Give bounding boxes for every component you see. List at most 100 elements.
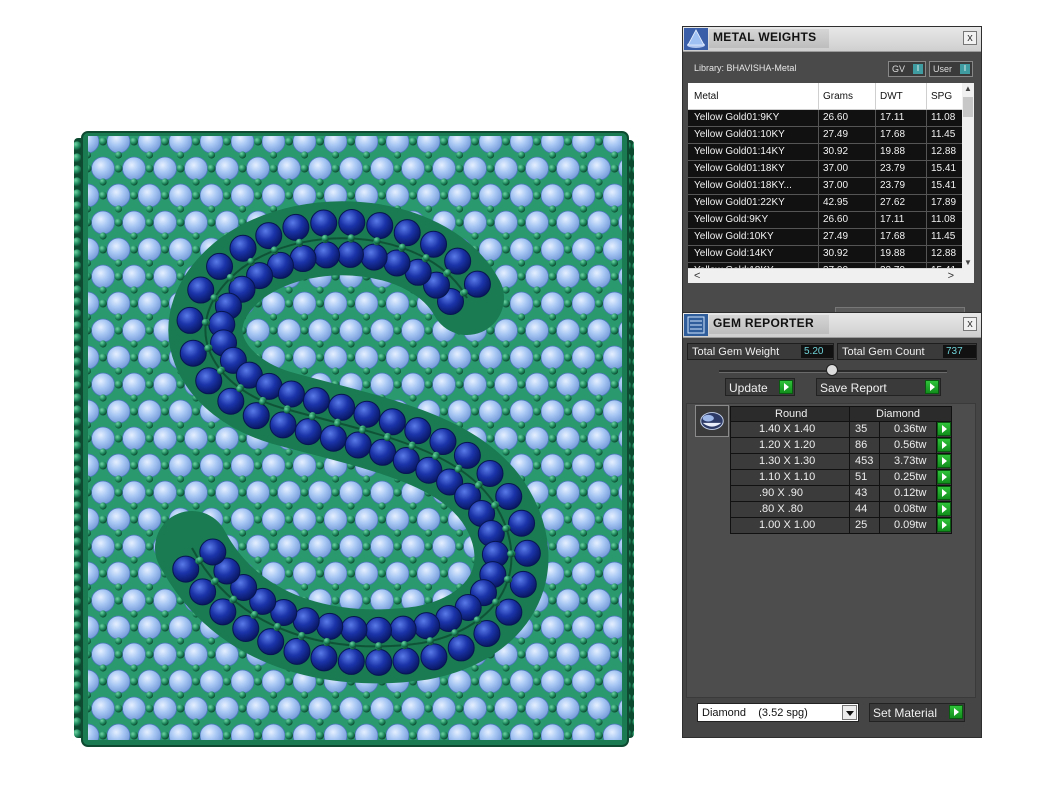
gem-reporter-titlebar[interactable]: GEM REPORTER x xyxy=(683,313,981,338)
sapphire-stone xyxy=(310,209,338,237)
prong-bead xyxy=(492,598,499,606)
gem-size-cell: 1.30 X 1.30 xyxy=(759,455,816,467)
prong-bead xyxy=(333,420,341,427)
scroll-left-icon[interactable]: < xyxy=(694,269,700,283)
play-arrow-icon[interactable] xyxy=(937,470,951,484)
gem-count-cell: 25 xyxy=(855,519,868,531)
gem-weight-cell: 0.56tw xyxy=(894,439,927,451)
prong-bead xyxy=(358,426,366,434)
set-material-button[interactable]: Set Material xyxy=(869,703,965,722)
metal-table-horizontal-scrollbar[interactable]: < > xyxy=(688,268,962,283)
gv-toggle-label: GV xyxy=(892,64,906,74)
grams-cell: 37.00 xyxy=(823,163,849,174)
play-arrow-icon[interactable] xyxy=(937,486,951,500)
library-label: Library: BHAVISHA-Metal xyxy=(694,63,797,73)
prong-bead xyxy=(308,413,316,421)
metal-table-row[interactable]: Yellow Gold:9KY 26.60 17.11 11.08 xyxy=(688,212,962,229)
sapphire-stone xyxy=(282,213,310,241)
chevron-down-icon[interactable] xyxy=(842,705,857,720)
prong-bead xyxy=(236,385,244,393)
gem-weight-cell: 0.08tw xyxy=(894,503,927,515)
sapphire-stone xyxy=(337,647,365,675)
metal-weights-close-button[interactable]: x xyxy=(963,31,977,45)
sapphire-stone xyxy=(360,243,388,271)
update-button-label: Update xyxy=(729,381,768,395)
gem-table-row[interactable]: 1.40 X 1.40 35 0.36tw xyxy=(730,422,952,438)
metal-table-vertical-scrollbar[interactable]: ▲ ▼ xyxy=(962,83,974,283)
sapphire-stone xyxy=(336,240,364,268)
gem-table-row[interactable]: 1.20 X 1.20 86 0.56tw xyxy=(730,438,952,454)
gem-table-row[interactable]: 1.30 X 1.30 453 3.73tw xyxy=(730,454,952,470)
play-arrow-icon[interactable] xyxy=(937,422,951,436)
sapphire-stone xyxy=(229,234,257,262)
play-arrow-icon[interactable] xyxy=(937,438,951,452)
gv-toggle-indicator: I xyxy=(913,64,923,74)
sapphire-stone xyxy=(413,612,441,640)
dwt-cell: 23.79 xyxy=(880,163,906,174)
metal-table-row[interactable]: Yellow Gold01:18KY 37.00 23.79 15.41 xyxy=(688,161,962,178)
col-header-dwt[interactable]: DWT xyxy=(880,91,903,102)
gem-table-row[interactable]: 1.00 X 1.00 25 0.09tw xyxy=(730,518,952,534)
sapphire-stone xyxy=(378,408,406,436)
metal-weights-titlebar[interactable]: METAL WEIGHTS x xyxy=(683,27,981,52)
round-diamond-icon[interactable] xyxy=(695,405,729,437)
metal-table-row[interactable]: Yellow Gold:10KY 27.49 17.68 11.45 xyxy=(688,229,962,246)
gem-reporter-close-button[interactable]: x xyxy=(963,317,977,331)
play-arrow-icon[interactable] xyxy=(937,454,951,468)
metal-table-row[interactable]: Yellow Gold01:10KY 27.49 17.68 11.45 xyxy=(688,127,962,144)
play-arrow-icon xyxy=(779,380,793,394)
dwt-cell: 19.88 xyxy=(880,146,906,157)
prong-bead xyxy=(451,629,459,636)
metal-name-cell: Yellow Gold01:10KY xyxy=(694,129,785,140)
sapphire-stone xyxy=(283,637,311,665)
metal-table-row[interactable]: Yellow Gold01:22KY 42.95 27.62 17.89 xyxy=(688,195,962,212)
gem-size-cell: 1.20 X 1.20 xyxy=(759,439,816,451)
prong-bead xyxy=(473,616,481,624)
play-arrow-icon[interactable] xyxy=(937,502,951,516)
gv-toggle[interactable]: GV I xyxy=(888,61,926,77)
sapphire-stone xyxy=(365,648,393,676)
update-button[interactable]: Update xyxy=(725,378,795,396)
metal-name-cell: Yellow Gold01:9KY xyxy=(694,112,780,123)
sapphire-stone xyxy=(172,555,200,583)
total-gem-weight: Total Gem Weight 5.20 xyxy=(687,343,834,360)
sapphire-stone xyxy=(176,306,204,334)
prong-bead xyxy=(323,637,331,645)
play-arrow-icon xyxy=(949,705,963,719)
dwt-cell: 19.88 xyxy=(880,248,906,259)
dwt-cell: 27.62 xyxy=(880,197,906,208)
dwt-cell: 17.11 xyxy=(880,112,905,123)
play-arrow-icon[interactable] xyxy=(937,518,951,532)
metal-table-row[interactable]: Yellow Gold:14KY 30.92 19.88 12.88 xyxy=(688,246,962,263)
gem-table-row[interactable]: 1.10 X 1.10 51 0.25tw xyxy=(730,470,952,486)
metal-name-cell: Yellow Gold01:18KY xyxy=(694,163,785,174)
grams-cell: 26.60 xyxy=(823,214,849,225)
gem-weight-cell: 0.09tw xyxy=(894,519,927,531)
scroll-up-icon[interactable]: ▲ xyxy=(962,83,974,95)
user-toggle[interactable]: User I xyxy=(929,61,973,77)
grams-cell: 37.00 xyxy=(823,180,849,191)
gem-header-material: Diamond xyxy=(876,408,921,420)
scroll-right-icon[interactable]: > xyxy=(948,269,954,283)
material-select-value: Diamond (3.52 spg) xyxy=(702,707,808,719)
prong-bead xyxy=(408,442,416,450)
metal-table-row[interactable]: Yellow Gold01:18KY... 37.00 23.79 15.41 xyxy=(688,178,962,195)
scroll-down-icon[interactable]: ▼ xyxy=(962,257,974,269)
gem-table-row[interactable]: .80 X .80 44 0.08tw xyxy=(730,502,952,518)
gem-weight-cell: 0.36tw xyxy=(894,423,927,435)
prong-bead xyxy=(432,453,439,461)
total-gem-count-label: Total Gem Count xyxy=(842,346,925,358)
sapphire-stone xyxy=(294,418,322,446)
material-select[interactable]: Diamond (3.52 spg) xyxy=(697,703,859,722)
scroll-thumb[interactable] xyxy=(963,97,973,117)
gem-table-row[interactable]: .90 X .90 43 0.12tw xyxy=(730,486,952,502)
save-report-button[interactable]: Save Report xyxy=(816,378,941,396)
slider-handle[interactable] xyxy=(826,364,838,376)
metal-table-row[interactable]: Yellow Gold01:14KY 30.92 19.88 12.88 xyxy=(688,144,962,161)
col-header-spg[interactable]: SPG xyxy=(931,91,952,102)
sapphire-stone xyxy=(389,615,417,643)
col-header-grams[interactable]: Grams xyxy=(823,91,853,102)
spg-cell: 17.89 xyxy=(931,197,957,208)
col-header-metal[interactable]: Metal xyxy=(694,91,718,102)
metal-table-row[interactable]: Yellow Gold01:9KY 26.60 17.11 11.08 xyxy=(688,110,962,127)
